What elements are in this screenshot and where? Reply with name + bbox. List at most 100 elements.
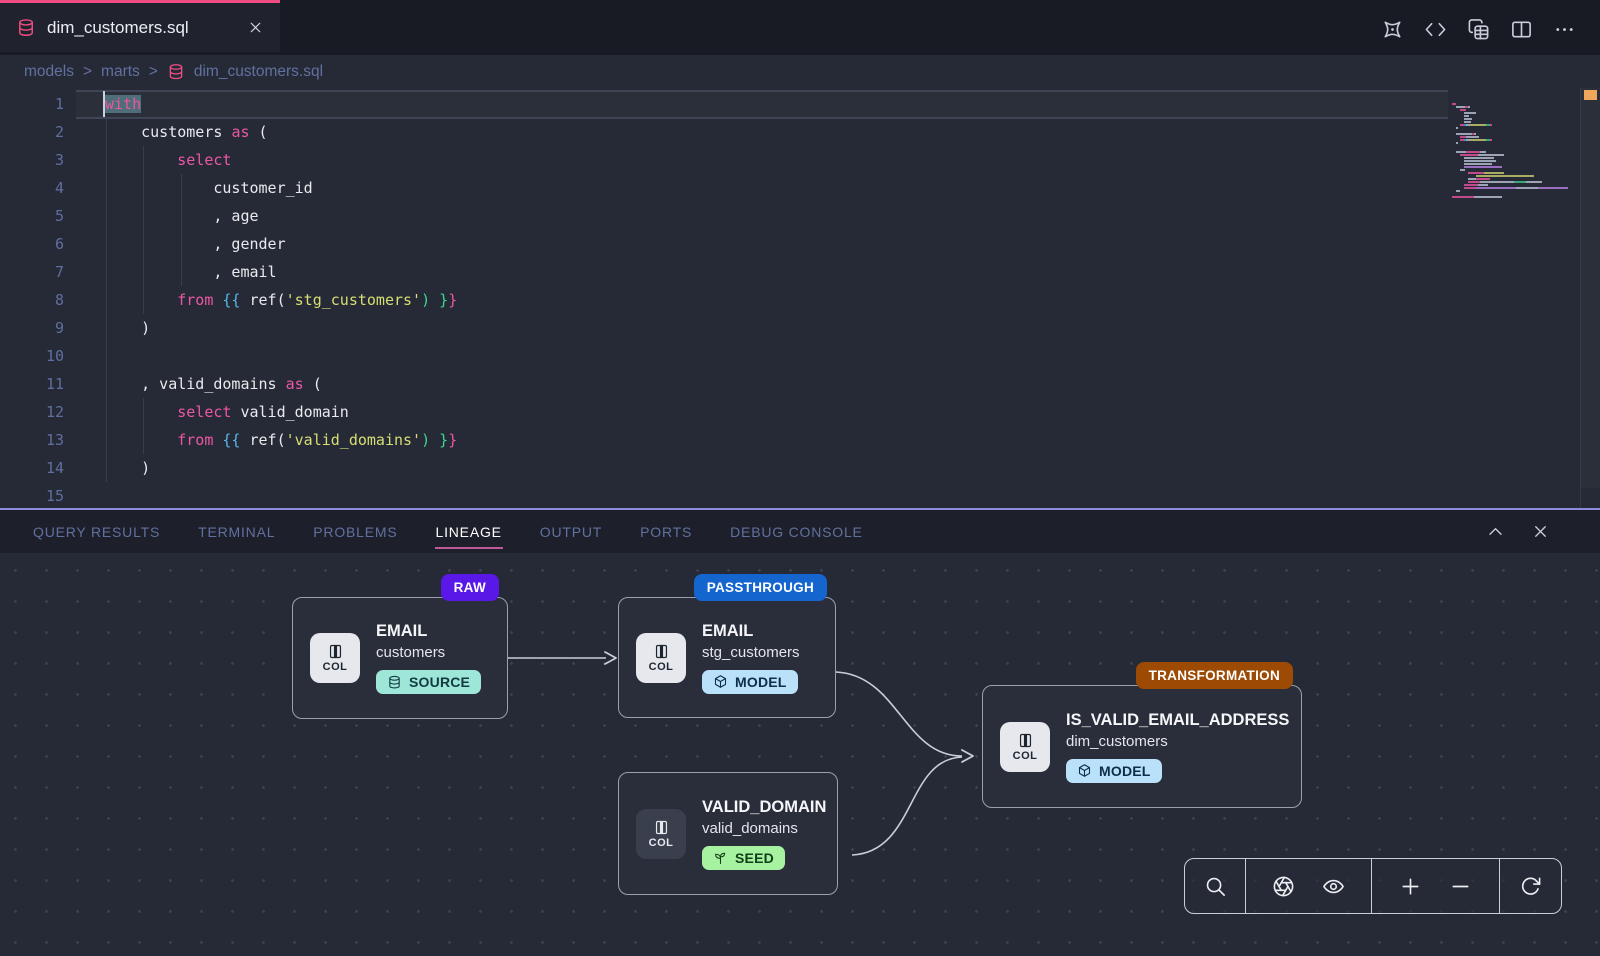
line-number: 14 [0, 454, 64, 482]
code-line: , gender [105, 230, 457, 258]
panel-tab-problems[interactable]: PROBLEMS [312, 518, 398, 546]
chevron-up-icon [1486, 522, 1505, 541]
more-button[interactable] [1553, 18, 1576, 41]
search-button[interactable] [1204, 875, 1227, 898]
column-chip: COL [310, 633, 360, 683]
toolbar-group [1372, 859, 1500, 913]
split-editor-button[interactable] [1510, 18, 1533, 41]
line-number: 11 [0, 370, 64, 398]
zoom-out-button[interactable] [1449, 875, 1472, 898]
panel-tab-query-results[interactable]: QUERY RESULTS [32, 518, 161, 546]
code-button[interactable] [1424, 18, 1447, 41]
breadcrumb-label: models [24, 63, 74, 81]
line-number: 15 [0, 482, 64, 508]
copy-table-button[interactable] [1467, 18, 1490, 41]
editor-actions [1381, 3, 1576, 55]
database-icon [16, 18, 36, 38]
node-title: VALID_DOMAIN [702, 798, 820, 817]
code-line: customers as ( [105, 118, 457, 146]
eye-icon [1322, 875, 1345, 898]
refresh-button[interactable] [1519, 875, 1542, 898]
column-chip-label: COL [323, 661, 348, 673]
column-chip-label: COL [649, 661, 674, 673]
chevron-up-button[interactable] [1486, 522, 1505, 541]
line-number-gutter: 123456789101112131415 [0, 90, 64, 508]
breadcrumb-separator: > [83, 63, 92, 81]
code-line [105, 342, 457, 370]
copy-table-icon [1467, 18, 1490, 41]
refresh-icon [1519, 875, 1542, 898]
code-line: with [105, 90, 457, 118]
panel-tab-terminal[interactable]: TERMINAL [197, 518, 276, 546]
line-number: 9 [0, 314, 64, 342]
close-icon [1531, 522, 1550, 541]
code-line: select [105, 146, 457, 174]
code-editor[interactable]: 123456789101112131415 with customers as … [0, 88, 1600, 508]
node-type-label: SOURCE [409, 674, 470, 690]
columns-icon [1017, 732, 1034, 749]
panel-tab-ports[interactable]: PORTS [639, 518, 693, 546]
lineage-node-customers[interactable]: RAWCOLEMAILcustomersSOURCE [292, 597, 508, 719]
node-type-badge: SOURCE [376, 670, 481, 694]
node-tag-badge: PASSTHROUGH [694, 574, 827, 601]
panel-tab-debug-console[interactable]: DEBUG CONSOLE [729, 518, 864, 546]
breadcrumb-item[interactable]: models [24, 63, 74, 81]
aperture-icon [1272, 875, 1295, 898]
search-icon [1204, 875, 1227, 898]
columns-icon [327, 643, 344, 660]
seedling-icon [713, 850, 728, 865]
zoom-in-button[interactable] [1399, 875, 1422, 898]
panel-tab-lineage[interactable]: LINEAGE [435, 518, 503, 546]
more-icon [1553, 18, 1576, 41]
dbt-logo-icon [1381, 18, 1404, 41]
zoom-in-icon [1399, 875, 1422, 898]
close-button[interactable] [1531, 522, 1550, 541]
code-line: from {{ ref('valid_domains') }} [105, 426, 457, 454]
tab-dim-customers-sql[interactable]: dim_customers.sql [0, 0, 280, 52]
node-title: EMAIL [376, 622, 481, 641]
column-chip-label: COL [649, 837, 674, 849]
breadcrumb-separator: > [149, 63, 158, 81]
tab-title: dim_customers.sql [47, 18, 189, 38]
node-title: EMAIL [702, 622, 800, 641]
minimap[interactable] [1452, 91, 1538, 187]
lineage-node-stg_customers[interactable]: PASSTHROUGHCOLEMAILstg_customersMODEL [618, 597, 836, 718]
aperture-button[interactable] [1272, 875, 1295, 898]
tab-close-icon[interactable] [247, 19, 264, 36]
database-icon [167, 63, 185, 81]
dbt-logo-button[interactable] [1381, 18, 1404, 41]
column-chip: COL [636, 633, 686, 683]
breadcrumb-item[interactable]: dim_customers.sql [167, 63, 323, 81]
code-line: ) [105, 314, 457, 342]
breadcrumb-item[interactable]: marts [101, 63, 140, 81]
breadcrumb-label: dim_customers.sql [194, 63, 323, 81]
zoom-out-icon [1449, 875, 1472, 898]
code-line: select valid_domain [105, 398, 457, 426]
node-type-label: MODEL [1099, 763, 1151, 779]
line-number: 10 [0, 342, 64, 370]
line-number: 3 [0, 146, 64, 174]
node-type-badge: MODEL [1066, 759, 1162, 783]
line-number: 12 [0, 398, 64, 426]
column-chip: COL [636, 809, 686, 859]
ide-window: dim_customers.sql models > marts > dim_custo… [0, 0, 1600, 956]
code-line: , valid_domains as ( [105, 370, 457, 398]
lineage-node-dim_customers[interactable]: TRANSFORMATIONCOLIS_VALID_EMAIL_ADDRESSd… [982, 685, 1302, 808]
node-tag-badge: RAW [441, 574, 499, 601]
toolbar-group [1500, 859, 1560, 913]
lineage-canvas[interactable]: RAW COL EMAIL customers SOURCE PASSTHROUGH COL… [0, 555, 1600, 956]
column-chip: COL [1000, 722, 1050, 772]
lineage-node-valid_domains[interactable]: COLVALID_DOMAINvalid_domainsSEED [618, 772, 838, 895]
scrollbar-track[interactable] [1581, 88, 1600, 488]
code-line: , email [105, 258, 457, 286]
node-type-badge: MODEL [702, 670, 798, 694]
code-line: from {{ ref('stg_customers') }} [105, 286, 457, 314]
overview-ruler-marker [1584, 90, 1597, 100]
panel-tab-output[interactable]: OUTPUT [539, 518, 603, 546]
line-number: 1 [0, 90, 64, 118]
node-subtitle: valid_domains [702, 820, 820, 837]
eye-button[interactable] [1322, 875, 1345, 898]
code-content[interactable]: with customers as ( select customer_id ,… [105, 90, 457, 508]
panel-actions [1486, 522, 1600, 541]
node-subtitle: customers [376, 644, 481, 661]
